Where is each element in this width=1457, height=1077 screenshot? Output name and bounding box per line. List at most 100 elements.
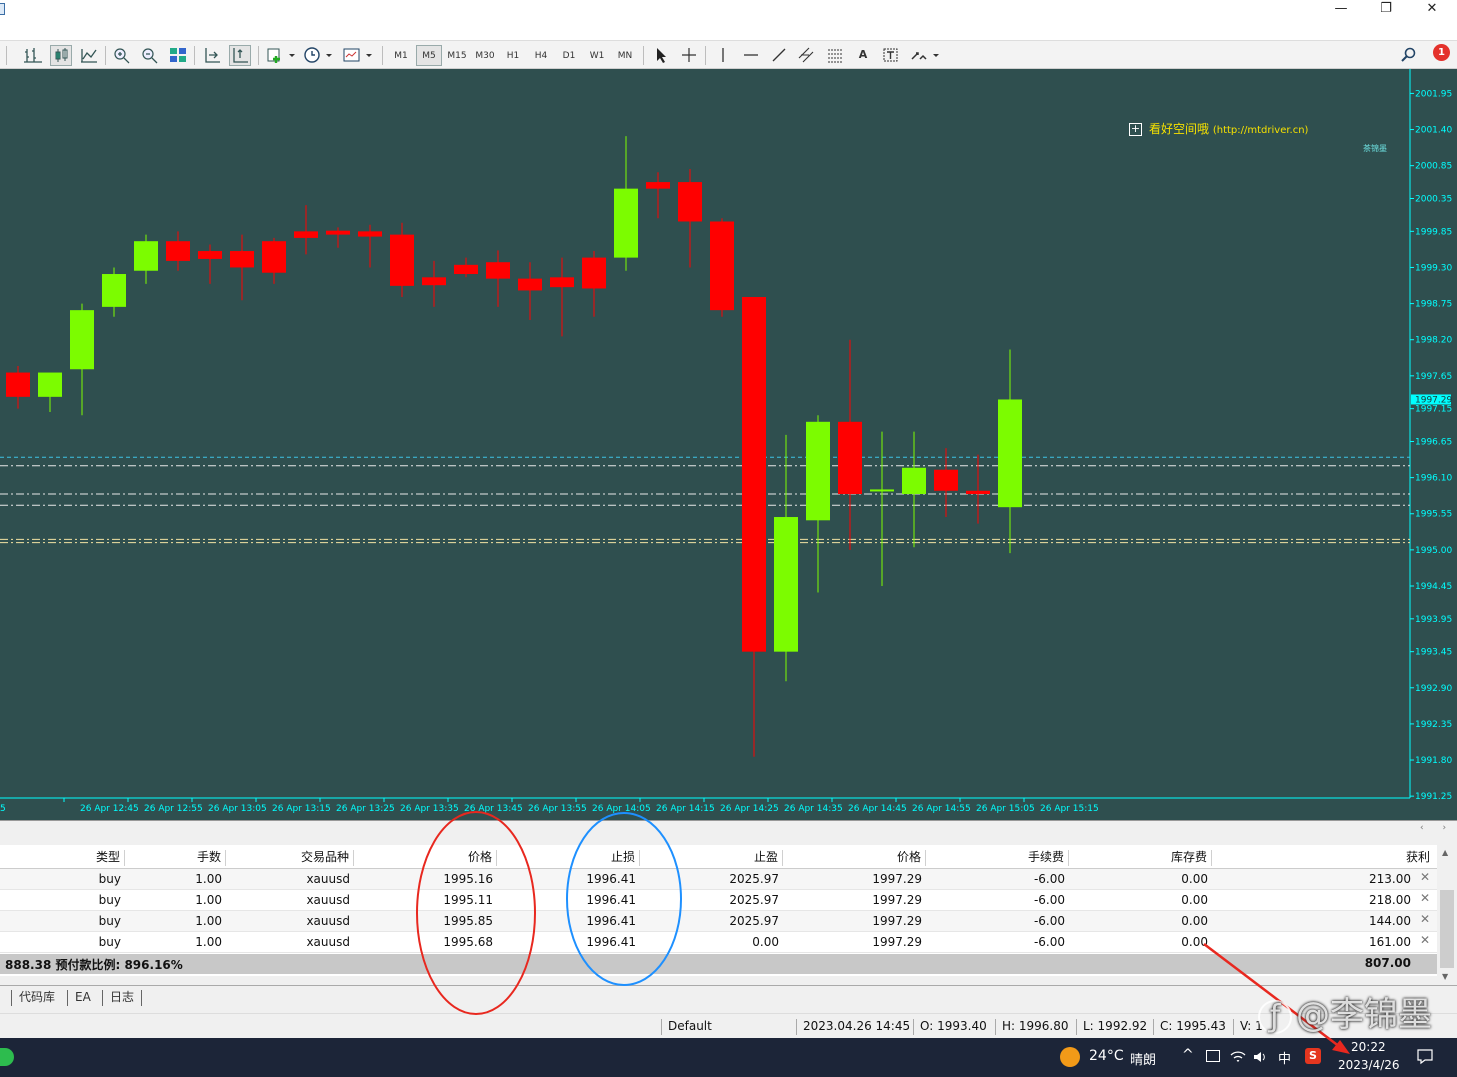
volume-icon[interactable] [1252,1050,1268,1064]
price-tick-label: 1997.15 [1415,405,1452,415]
scroll-down-arrow[interactable]: ▼ [1442,972,1448,981]
status-profile[interactable]: Default [661,1019,712,1035]
ime-indicator[interactable]: 中 [1278,1048,1291,1067]
timeframe-m15[interactable]: M15 [444,45,470,66]
weather-temp[interactable]: 24°C [1089,1048,1124,1064]
timeframe-m5[interactable]: M5 [416,45,442,66]
horizontal-line-icon[interactable] [740,45,762,66]
timeframe-d1[interactable]: D1 [556,45,582,66]
col-header-symbol[interactable]: 交易品种 [226,850,354,866]
cell-type: buy [98,893,121,907]
indicators-icon[interactable] [264,45,296,66]
cell-type: buy [98,935,121,949]
equidistant-channel-icon[interactable] [796,45,818,66]
panel-splitter[interactable] [0,820,1457,842]
price-chart[interactable]: 2001.95 2001.40 2000.85 2000.35 1999.85 1999.… [0,69,1457,820]
table-row[interactable]: buy 1.00 xauusd 1995.16 1996.41 2025.97 1997.2… [0,869,1437,890]
notification-badge[interactable]: 1 [1433,44,1450,61]
close-order-icon[interactable]: ✕ [1420,912,1430,926]
bear-candle [198,251,222,259]
price-tick-label: 2000.85 [1415,162,1452,172]
restore-button[interactable]: ❐ [1363,0,1409,20]
line-chart-icon[interactable] [78,45,100,66]
close-button[interactable]: ✕ [1409,0,1455,20]
tab-journal[interactable]: 日志 [102,990,143,1006]
close-order-icon[interactable]: ✕ [1420,891,1430,905]
wechat-icon[interactable] [0,1048,14,1066]
price-tick-label: 1999.85 [1415,227,1452,237]
clock-time[interactable]: 20:22 [1351,1040,1386,1054]
tab-ea[interactable]: EA [67,990,98,1006]
col-header-swap[interactable]: 库存费 [1069,850,1212,866]
col-header-open-price[interactable]: 价格 [354,850,497,866]
time-tick-label-partial: 5 [0,804,6,814]
cell-open-price: 1995.16 [443,872,493,886]
tab-code-base[interactable]: 代码库 [11,990,62,1006]
weather-sun-icon[interactable] [1060,1047,1080,1067]
zoom-out-icon[interactable] [139,45,161,66]
arrows-tool-icon[interactable] [908,45,942,66]
cell-current-price: 1997.29 [872,872,922,886]
table-row[interactable]: buy 1.00 xauusd 1995.85 1996.41 2025.97 1997.2… [0,911,1437,932]
candlestick-chart-icon[interactable] [50,45,72,66]
text-tool[interactable]: A [852,45,874,66]
col-header-type[interactable]: 类型 [0,850,125,866]
crosshair-icon[interactable] [678,45,700,66]
scroll-thumb[interactable] [1440,890,1454,968]
text-label-icon[interactable] [880,45,902,66]
battery-icon[interactable] [1206,1050,1220,1062]
cell-take-profit: 2025.97 [729,914,779,928]
bull-candle [102,274,126,307]
trade-panel-scrollbar[interactable]: ▲ ▼ [1437,845,1457,985]
timeframe-mn[interactable]: MN [612,45,638,66]
col-header-current-price[interactable]: 价格 [783,850,926,866]
close-order-icon[interactable]: ✕ [1420,933,1430,947]
bull-candle [998,399,1022,508]
horizontal-scroll-arrows[interactable]: ‹ › [1420,823,1454,833]
fibonacci-icon[interactable] [824,45,846,66]
table-row[interactable]: buy 1.00 xauusd 1995.68 1996.41 0.00 1997.29 -6… [0,932,1437,953]
cell-symbol: xauusd [306,893,350,907]
timeframe-m1[interactable]: M1 [388,45,414,66]
tray-chevron-icon[interactable]: ^ [1182,1047,1194,1063]
col-header-profit[interactable]: 获利 [1212,850,1434,866]
weather-desc[interactable]: 晴朗 [1130,1049,1156,1068]
cursor-icon[interactable] [650,45,672,66]
bar-chart-icon[interactable] [22,45,44,66]
tile-windows-icon[interactable] [167,45,189,66]
col-header-commission[interactable]: 手续费 [926,850,1069,866]
zoom-in-icon[interactable] [111,45,133,66]
time-tick-label: 26 Apr 15:15 [1040,804,1099,814]
chart-shift-icon[interactable] [229,45,251,66]
total-profit: 807.00 [1364,956,1411,970]
col-header-stop-loss[interactable]: 止损 [497,850,640,866]
cell-symbol: xauusd [306,872,350,886]
timeframe-w1[interactable]: W1 [584,45,610,66]
table-row[interactable]: buy 1.00 xauusd 1995.11 1996.41 2025.97 1997.2… [0,890,1437,911]
scroll-up-arrow[interactable]: ▲ [1442,848,1448,857]
col-header-take-profit[interactable]: 止盈 [640,850,783,866]
cell-swap: 0.00 [1181,893,1208,907]
autoscroll-icon[interactable] [201,45,223,66]
close-order-icon[interactable]: ✕ [1420,870,1430,884]
price-tick-label: 1993.95 [1415,615,1452,625]
search-icon[interactable] [1398,45,1420,66]
trendline-icon[interactable] [768,45,790,66]
periods-clock-icon[interactable] [302,45,334,66]
timeframe-h4[interactable]: H4 [528,45,554,66]
vertical-line-icon[interactable] [712,45,734,66]
sogou-ime-icon[interactable]: S [1305,1048,1321,1064]
timeframe-h1[interactable]: H1 [500,45,526,66]
cell-current-price: 1997.29 [872,893,922,907]
col-header-volume[interactable]: 手数 [125,850,226,866]
minimize-button[interactable]: — [1318,0,1364,20]
cell-stop-loss: 1996.41 [586,935,636,949]
cell-take-profit: 2025.97 [729,872,779,886]
notification-center-icon[interactable] [1416,1048,1434,1066]
timeframe-m30[interactable]: M30 [472,45,498,66]
wifi-icon[interactable] [1230,1050,1246,1064]
clock-date[interactable]: 2023/4/26 [1338,1058,1400,1072]
time-tick-label: 26 Apr 14:55 [912,804,971,814]
templates-icon[interactable] [341,45,375,66]
expand-box-icon[interactable]: + [1129,123,1142,136]
